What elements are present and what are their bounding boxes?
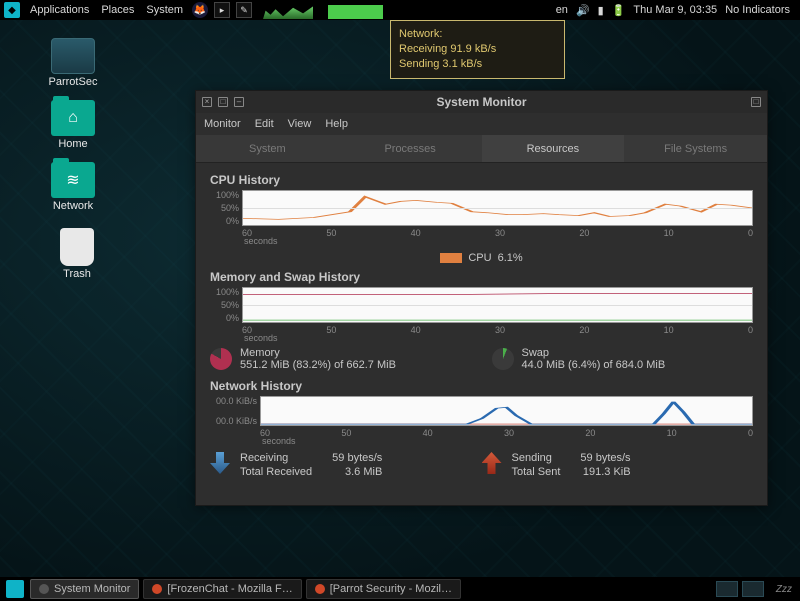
net-chart (260, 396, 753, 426)
resources-pane: CPU History 100% 50% 0% 6050403020100 se… (196, 163, 767, 484)
panel-system-graph[interactable] (263, 1, 383, 19)
trash-icon (60, 228, 94, 266)
terminal-icon[interactable]: ▸ (214, 2, 230, 18)
desktop-icon-parrotsec[interactable]: ParrotSec (38, 38, 108, 88)
bottom-panel: System Monitor [FrozenChat - Mozilla F… … (0, 577, 800, 601)
tooltip-title: Network: (399, 27, 556, 42)
tab-processes[interactable]: Processes (339, 135, 482, 162)
task-frozenchat[interactable]: [FrozenChat - Mozilla F… (143, 579, 301, 599)
task-icon (315, 584, 325, 594)
editor-icon[interactable]: ✎ (236, 2, 252, 18)
window-title: System Monitor (196, 95, 767, 109)
desktop-icon-label: Home (38, 138, 108, 150)
swap-value: 44.0 MiB (6.4%) of 684.0 MiB (522, 359, 666, 371)
memory-legend: Memory 551.2 MiB (83.2%) of 662.7 MiB (210, 347, 472, 371)
volume-icon[interactable]: 🔊 (576, 4, 590, 17)
task-icon (39, 584, 49, 594)
mem-chart (242, 287, 753, 323)
restore-button[interactable]: □ (751, 97, 761, 107)
cpu-legend-value: 6.1% (498, 252, 523, 264)
swap-legend: Swap 44.0 MiB (6.4%) of 684.0 MiB (492, 347, 754, 371)
memory-value: 551.2 MiB (83.2%) of 662.7 MiB (240, 359, 396, 371)
desktop-icon-home[interactable]: ⌂ Home (38, 100, 108, 150)
sleep-indicator[interactable]: Zzz (776, 584, 792, 595)
send-total-label: Total Sent (512, 466, 561, 478)
task-label: System Monitor (54, 583, 130, 595)
network-tooltip: Network: Receiving 91.9 kB/s Sending 3.1… (390, 20, 565, 79)
battery-icon[interactable]: 🔋 (612, 4, 626, 17)
cpu-legend-label: CPU (468, 252, 491, 264)
start-button-icon[interactable] (6, 580, 24, 598)
tab-filesystems[interactable]: File Systems (624, 135, 767, 162)
desktop-icon-label: ParrotSec (38, 76, 108, 88)
network-tray-icon[interactable]: ▮ (598, 4, 604, 17)
upload-arrow-icon (482, 452, 502, 474)
menu-system[interactable]: System (140, 4, 189, 16)
mem-y-axis: 100% 50% 0% (210, 287, 242, 323)
system-monitor-window: × □ – System Monitor □ Monitor Edit View… (195, 90, 768, 506)
workspace-switcher-2[interactable] (742, 581, 764, 597)
distro-logo-icon[interactable]: ◆ (4, 2, 20, 18)
cpu-chart (242, 190, 753, 226)
swap-label: Swap (522, 347, 666, 359)
task-icon (152, 584, 162, 594)
menu-places[interactable]: Places (95, 4, 140, 16)
net-sending: Sending 59 bytes/s Total Sent 191.3 KiB (482, 452, 754, 478)
task-label: [FrozenChat - Mozilla F… (167, 583, 292, 595)
recv-total: 3.6 MiB (332, 466, 382, 478)
memory-label: Memory (240, 347, 396, 359)
cpu-legend: CPU 6.1% (210, 252, 753, 264)
menu-monitor[interactable]: Monitor (204, 118, 241, 130)
window-titlebar[interactable]: × □ – System Monitor □ (196, 91, 767, 113)
tooltip-recv: Receiving 91.9 kB/s (399, 42, 556, 57)
task-system-monitor[interactable]: System Monitor (30, 579, 139, 599)
desktop-icon-label: Trash (42, 268, 112, 280)
net-section-title: Network History (210, 379, 753, 393)
cpu-section-title: CPU History (210, 173, 753, 187)
swap-pie-icon (492, 348, 514, 370)
desktop-icon-network[interactable]: ≋ Network (38, 162, 108, 212)
desktop-icon-trash[interactable]: Trash (42, 228, 112, 280)
net-y-axis: 00.0 KiB/s 00.0 KiB/s (210, 396, 260, 426)
menu-applications[interactable]: Applications (24, 4, 95, 16)
recv-total-label: Total Received (240, 466, 312, 478)
laptop-icon (51, 38, 95, 74)
memory-pie-icon (210, 348, 232, 370)
network-folder-icon: ≋ (51, 162, 95, 198)
desktop-icon-label: Network (38, 200, 108, 212)
send-rate: 59 bytes/s (580, 452, 630, 464)
menu-help[interactable]: Help (325, 118, 348, 130)
menu-edit[interactable]: Edit (255, 118, 274, 130)
cpu-y-axis: 100% 50% 0% (210, 190, 242, 226)
home-folder-icon: ⌂ (51, 100, 95, 136)
workspace-switcher-1[interactable] (716, 581, 738, 597)
close-button[interactable]: × (202, 97, 212, 107)
tab-bar: System Processes Resources File Systems (196, 135, 767, 163)
menu-view[interactable]: View (288, 118, 312, 130)
menubar: Monitor Edit View Help (196, 113, 767, 135)
top-panel: ◆ Applications Places System 🦊 ▸ ✎ en 🔊 … (0, 0, 800, 20)
task-parrot-security[interactable]: [Parrot Security - Mozil… (306, 579, 461, 599)
maximize-button[interactable]: □ (218, 97, 228, 107)
mem-section-title: Memory and Swap History (210, 270, 753, 284)
recv-label: Receiving (240, 452, 312, 464)
indicators-label: No Indicators (725, 4, 790, 16)
send-total: 191.3 KiB (580, 466, 630, 478)
tab-resources[interactable]: Resources (482, 135, 625, 162)
keyboard-layout[interactable]: en (556, 4, 568, 16)
send-label: Sending (512, 452, 561, 464)
firefox-icon[interactable]: 🦊 (192, 2, 208, 18)
tab-system[interactable]: System (196, 135, 339, 162)
recv-rate: 59 bytes/s (332, 452, 382, 464)
net-receiving: Receiving 59 bytes/s Total Received 3.6 … (210, 452, 482, 478)
tooltip-send: Sending 3.1 kB/s (399, 57, 556, 72)
minimize-button[interactable]: – (234, 97, 244, 107)
download-arrow-icon (210, 452, 230, 474)
task-label: [Parrot Security - Mozil… (330, 583, 452, 595)
cpu-swatch-icon (440, 253, 462, 263)
clock[interactable]: Thu Mar 9, 03:35 (633, 4, 717, 16)
